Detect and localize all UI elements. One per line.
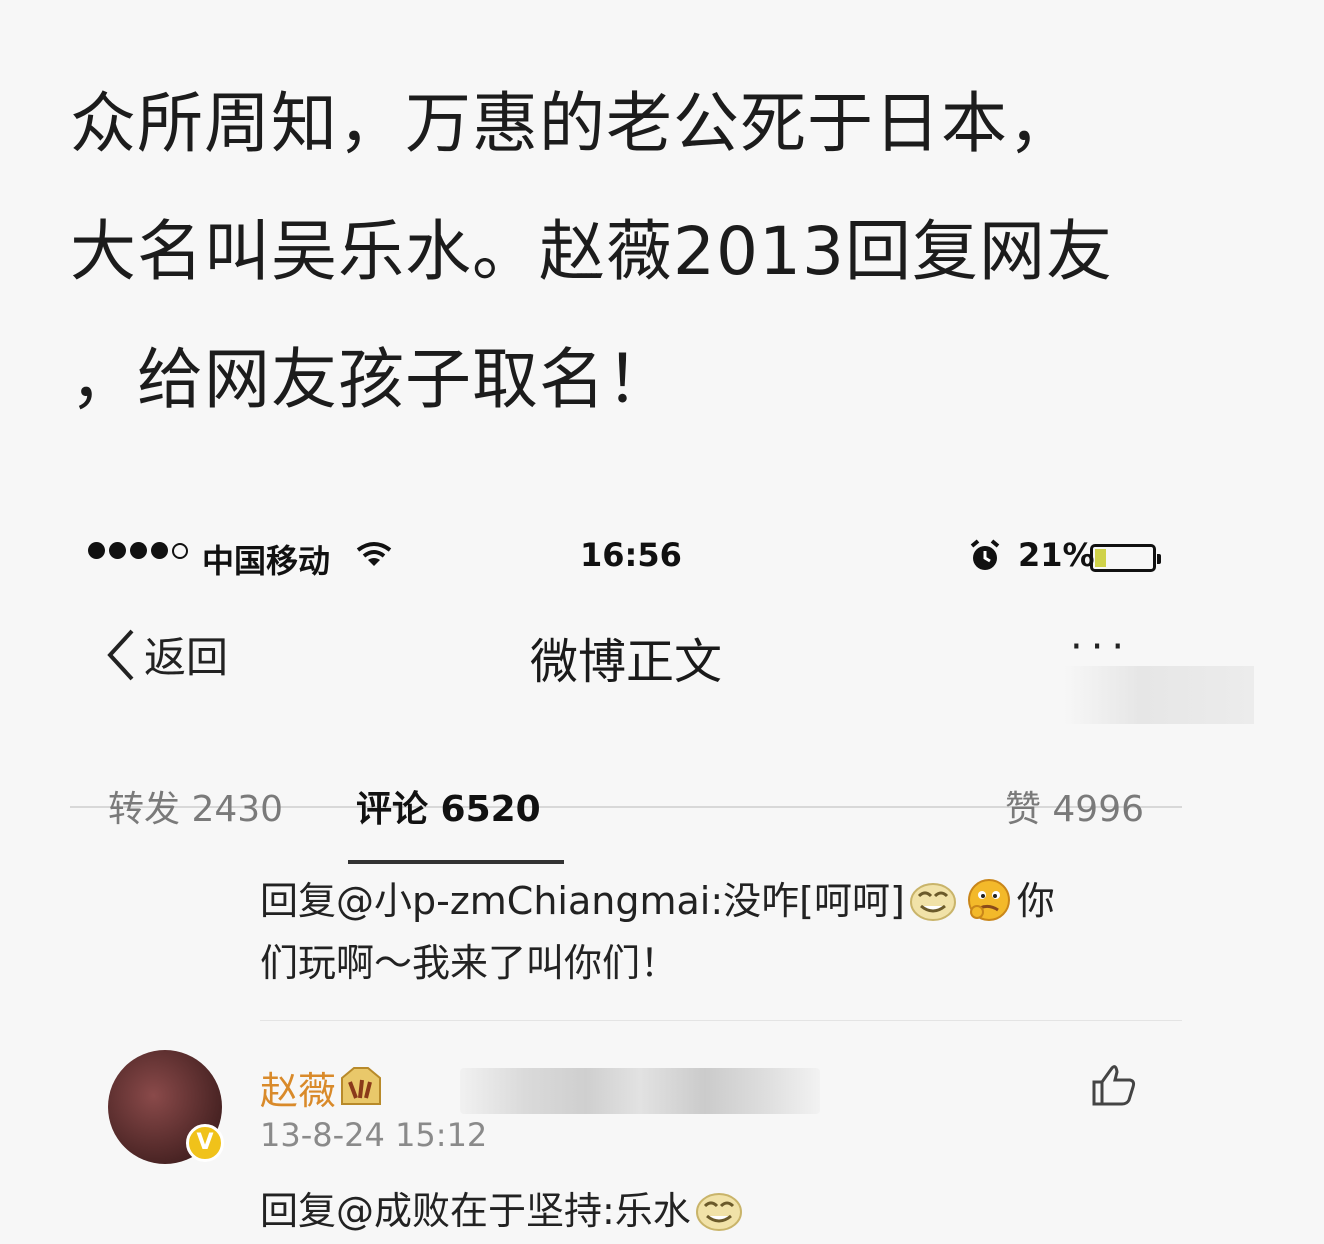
signal-strength-icon <box>88 542 188 559</box>
battery-percent: 21% <box>1018 536 1095 574</box>
more-button[interactable]: ··· <box>1070 624 1132 670</box>
comment-separator <box>260 1020 1182 1021</box>
status-bar: 中国移动 16:56 21% <box>88 534 1168 584</box>
comment-text: 回复@小p-zmChiangmai:没咋[呵呵] <box>260 879 905 923</box>
comment-timestamp: 13-8-24 15:12 <box>260 1116 488 1154</box>
comment-item: 回复@小p-zmChiangmai:没咋[呵呵] 你 们玩啊～我来了叫你们！ <box>260 870 1150 994</box>
comment-reply-text: 回复@成败在于坚持:乐水 <box>260 1189 691 1233</box>
thumbs-up-icon[interactable] <box>1090 1062 1138 1108</box>
verified-badge-icon: V <box>186 1124 224 1162</box>
redacted-region <box>460 1068 820 1114</box>
page-title: 微博正文 <box>529 634 722 690</box>
active-tab-indicator <box>348 860 564 864</box>
headline-line-3: ，给网友孩子取名！ <box>70 341 673 418</box>
phone-screenshot: 中国移动 16:56 21% 返回 微博正文 ··· 转发 2430 评论 65… <box>70 520 1182 1244</box>
alarm-icon <box>970 539 1000 570</box>
headline-line-2: 大名叫吴乐水。赵薇2013回复网友 <box>70 213 1113 290</box>
tab-like[interactable]: 赞 4996 <box>1005 780 1144 832</box>
carrier-name: 中国移动 <box>202 542 331 580</box>
laugh-emoji-icon <box>695 1193 742 1231</box>
status-time: 16:56 <box>580 536 682 574</box>
wifi-icon <box>356 542 392 566</box>
vip-crown-icon <box>341 1067 381 1105</box>
interaction-tabs: 转发 2430 评论 6520 赞 4996 <box>70 770 1182 864</box>
tab-comment[interactable]: 评论 6520 <box>356 780 541 832</box>
comment-text-tail: 你 <box>1016 879 1055 923</box>
battery-icon <box>1090 544 1161 572</box>
headline-line-1: 众所周知，万惠的老公死于日本， <box>70 85 1075 162</box>
post-headline: 众所周知，万惠的老公死于日本， 大名叫吴乐水。赵薇2013回复网友 ，给网友孩子… <box>70 60 1250 444</box>
watermark-blur <box>1064 666 1254 724</box>
thinking-emoji-icon <box>967 879 1010 921</box>
nav-bar: 返回 微博正文 ··· <box>70 610 1182 808</box>
tab-repost[interactable]: 转发 2430 <box>108 780 283 832</box>
comment-username[interactable]: 赵薇 <box>260 1060 336 1115</box>
comment-text-line-2: 们玩啊～我来了叫你们！ <box>260 941 679 985</box>
laugh-emoji-icon <box>909 883 956 921</box>
comment-text: 回复@成败在于坚持:乐水 <box>260 1180 747 1242</box>
